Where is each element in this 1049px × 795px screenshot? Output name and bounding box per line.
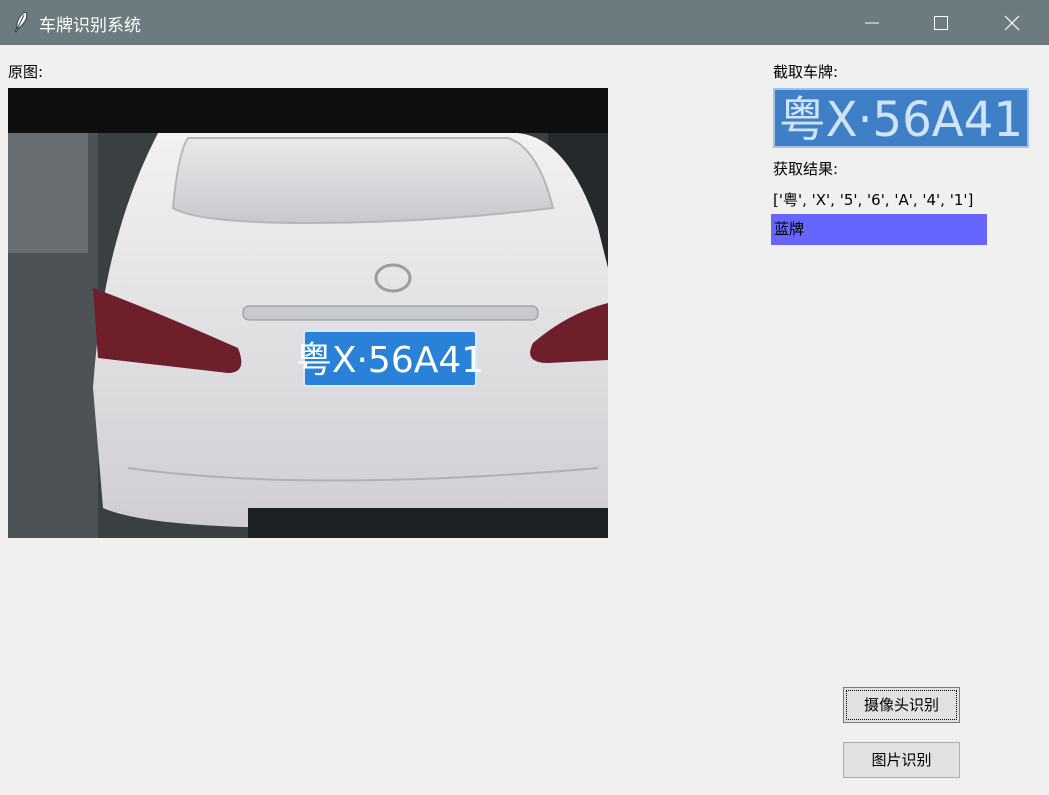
camera-recognize-button[interactable]: 摄像头识别 xyxy=(843,687,960,723)
maximize-icon xyxy=(934,16,948,30)
result-label: 获取结果: xyxy=(773,160,839,178)
cropped-plate-label: 截取车牌: xyxy=(773,63,839,81)
close-icon xyxy=(1004,15,1020,31)
cropped-plate-image: 粤X·56A41 xyxy=(773,88,1029,148)
app-window: 车牌识别系统 原图: 粤X·56A41 截取车牌: 粤X·56A41 获取结果:… xyxy=(0,0,1049,795)
window-title: 车牌识别系统 xyxy=(39,16,141,36)
original-image: 粤X·56A41 xyxy=(8,88,608,538)
close-button[interactable] xyxy=(989,0,1035,45)
title-bar[interactable]: 车牌识别系统 xyxy=(0,0,1049,45)
maximize-button[interactable] xyxy=(918,0,964,45)
original-image-label: 原图: xyxy=(8,63,44,81)
result-characters: ['粤', 'X', '5', '6', 'A', '4', '1'] xyxy=(773,191,974,209)
photo-plate-text: 粤X·56A41 xyxy=(296,340,484,381)
image-recognize-button[interactable]: 图片识别 xyxy=(843,742,960,778)
crop-plate-text: 粤X·56A41 xyxy=(779,92,1023,148)
plate-color-badge: 蓝牌 xyxy=(771,214,987,245)
feather-icon xyxy=(14,11,28,33)
minimize-button[interactable] xyxy=(849,0,895,45)
minimize-icon xyxy=(865,22,879,24)
